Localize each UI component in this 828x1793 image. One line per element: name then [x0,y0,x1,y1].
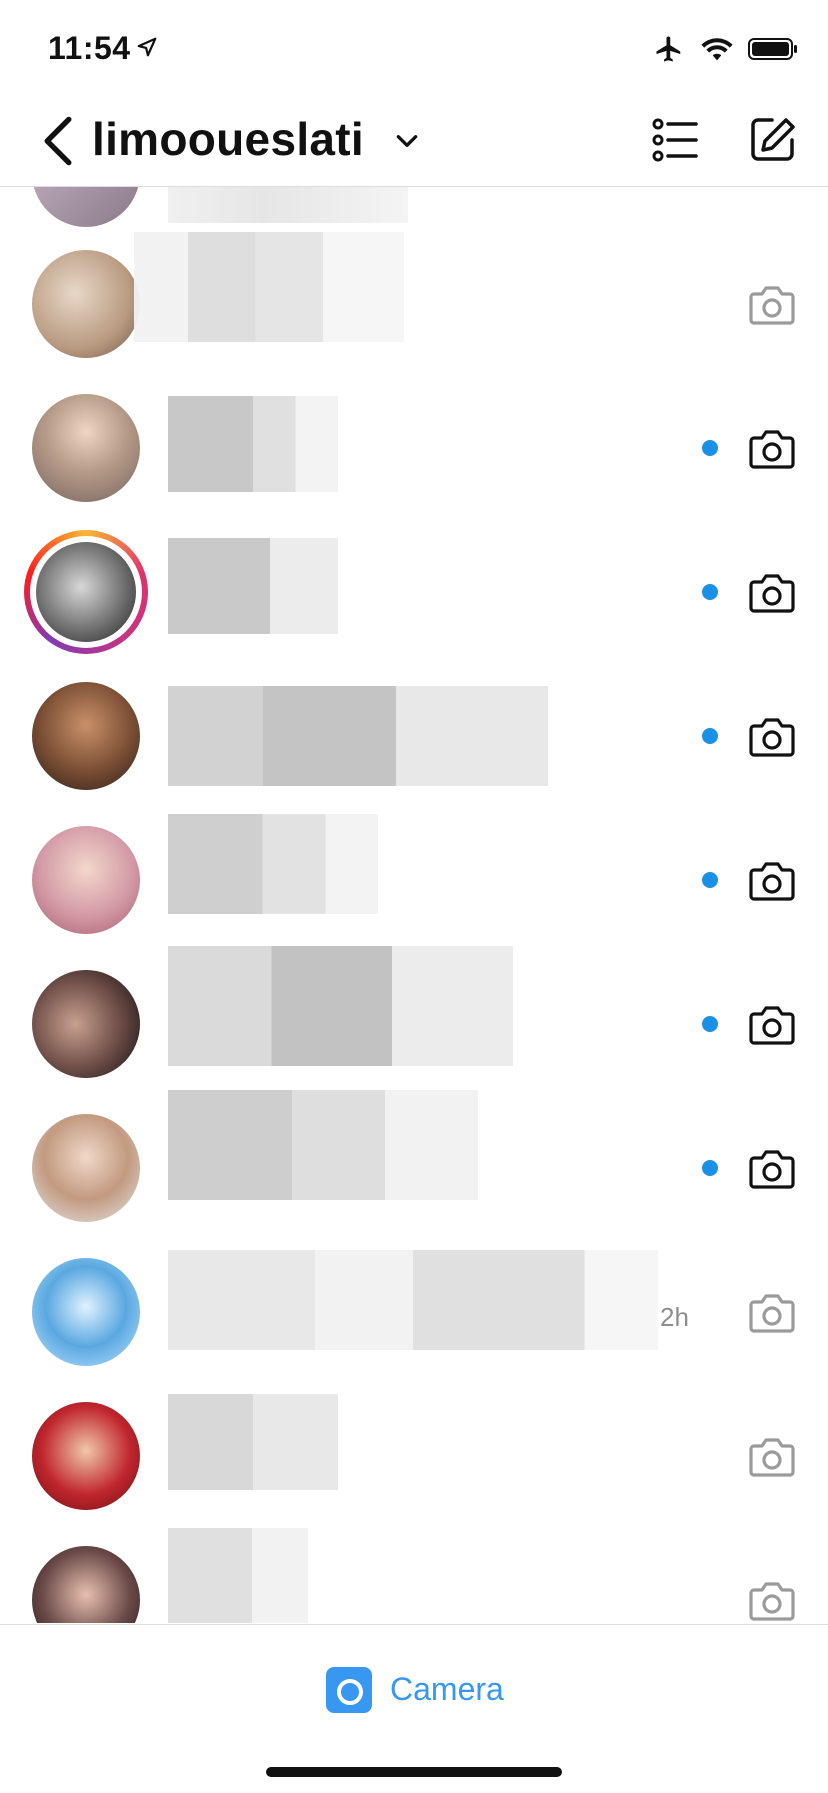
thread-row[interactable] [0,1090,828,1240]
avatar [32,1258,140,1366]
thread-row[interactable] [0,664,828,808]
thread-row[interactable]: 2h [0,1240,828,1384]
redacted-content [168,1090,478,1200]
avatar [32,1402,140,1510]
wifi-icon [701,38,733,61]
chevron-down-icon[interactable] [394,128,420,154]
avatar [32,682,140,790]
thread-row[interactable] [0,232,828,376]
camera-icon[interactable] [748,1002,796,1046]
status-indicators [652,34,798,64]
camera-icon[interactable] [748,1578,796,1622]
bottom-bar: Camera [0,1624,828,1793]
thread-time: 2h [660,1302,689,1332]
redacted-content [134,232,404,342]
home-indicator [266,1767,562,1777]
camera-icon[interactable] [326,1667,372,1713]
thread-row[interactable] [0,808,828,952]
avatar-with-story-ring [24,530,148,654]
thread-row[interactable] [0,376,828,520]
redacted-content [168,1250,658,1350]
redacted-content [168,538,338,634]
avatar [32,394,140,502]
status-bar: 11:54 [0,0,828,100]
list-icon[interactable] [650,114,702,166]
redacted-content [168,1394,338,1490]
compose-icon[interactable] [748,114,798,164]
camera-icon[interactable] [748,714,796,758]
redacted-content [168,814,378,914]
unread-dot [702,728,718,744]
camera-icon[interactable] [748,282,796,326]
thread-list[interactable]: 2h [0,187,828,1623]
unread-dot [702,584,718,600]
unread-dot [702,1160,718,1176]
location-arrow-icon [137,37,157,57]
redacted-content [168,686,548,786]
avatar [32,250,140,358]
camera-icon[interactable] [748,1434,796,1478]
redacted-content [168,1528,308,1623]
redacted-content [168,946,513,1066]
avatar [32,826,140,934]
avatar [32,1114,140,1222]
camera-icon[interactable] [748,1290,796,1334]
unread-dot [702,440,718,456]
status-time: 11:54 [48,30,131,66]
avatar [32,1546,140,1623]
redacted-content [168,187,408,223]
thread-row[interactable] [0,520,828,664]
battery-icon [748,38,797,60]
avatar [32,187,140,227]
header: limooueslati [0,100,828,187]
redacted-content [168,396,338,492]
airplane-icon [656,36,681,62]
unread-dot [702,1016,718,1032]
avatar [32,970,140,1078]
avatar-image [36,542,136,642]
unread-dot [702,872,718,888]
thread-row[interactable] [0,1384,828,1528]
camera-button[interactable]: Camera [390,1671,504,1708]
camera-icon[interactable] [748,570,796,614]
thread-row[interactable] [0,1528,828,1623]
back-icon[interactable] [38,114,78,168]
camera-icon[interactable] [748,858,796,902]
camera-icon[interactable] [748,426,796,470]
camera-icon[interactable] [748,1146,796,1190]
account-username[interactable]: limooueslati [92,112,364,166]
thread-row[interactable] [0,946,828,1096]
